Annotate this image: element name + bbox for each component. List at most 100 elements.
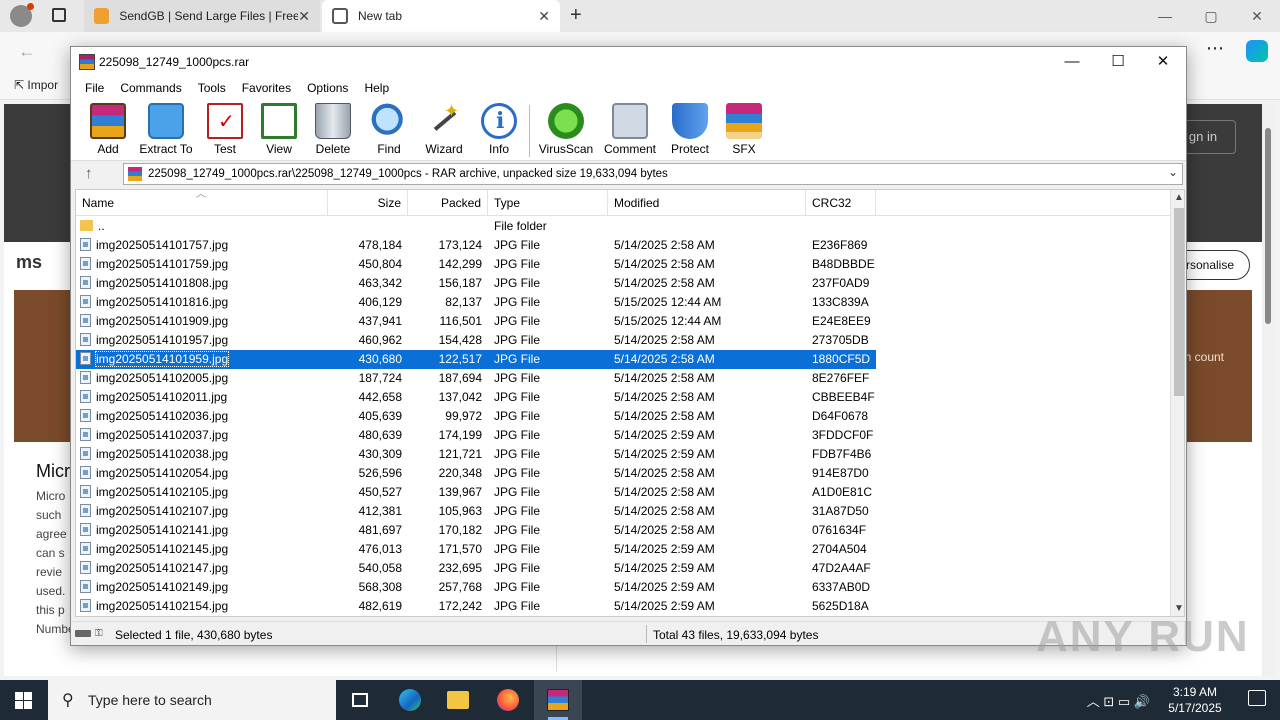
- taskbar-task-view[interactable]: [336, 680, 384, 720]
- file-row[interactable]: img20250514102036.jpg 405,639 99,972 JPG Fi…: [76, 407, 1170, 426]
- file-packed-cell: 187,694: [438, 371, 482, 385]
- file-row[interactable]: img20250514102054.jpg 526,596 220,348 JPG F…: [76, 464, 1170, 483]
- file-name: img20250514101808.jpg: [96, 276, 229, 290]
- file-row[interactable]: img20250514101957.jpg 460,962 154,428 JPG F…: [76, 331, 1170, 350]
- browser-minimize-button[interactable]: —: [1142, 0, 1188, 32]
- file-row[interactable]: img20250514102105.jpg 450,527 139,967 JPG F…: [76, 483, 1170, 502]
- file-list-scrollbar[interactable]: ▲ ▼: [1170, 190, 1184, 616]
- taskbar-file-explorer[interactable]: [434, 680, 482, 720]
- toolbar-delete-button[interactable]: Delete: [311, 103, 355, 156]
- taskbar-search-box[interactable]: ⚲ Type here to search: [48, 680, 336, 720]
- toolbar-protect-button[interactable]: Protect: [667, 103, 713, 156]
- menu-favorites[interactable]: Favorites: [234, 81, 299, 95]
- file-size-cell: 540,058: [358, 561, 402, 575]
- taskbar-firefox[interactable]: [484, 680, 532, 720]
- column-header-name[interactable]: Name ︿: [76, 190, 328, 216]
- taskbar-edge[interactable]: [386, 680, 434, 720]
- browser-close-button[interactable]: ✕: [1234, 0, 1280, 32]
- file-row[interactable]: img20250514102147.jpg 540,058 232,695 JPG F…: [76, 559, 1170, 578]
- tab-close-icon[interactable]: ✕: [538, 8, 550, 25]
- file-type-cell: JPG File: [494, 466, 541, 480]
- toolbar-sfx-button[interactable]: SFX: [723, 103, 765, 156]
- winrar-maximize-button[interactable]: ☐: [1095, 47, 1141, 77]
- taskbar-clock[interactable]: 3:19 AM 5/17/2025: [1160, 684, 1230, 716]
- file-packed-cell: 170,182: [438, 523, 482, 537]
- tray-icons[interactable]: ︿ ⊡ ▭ 🔊: [1087, 691, 1150, 710]
- file-row[interactable]: img20250514102107.jpg 412,381 105,963 JPG F…: [76, 502, 1170, 521]
- profile-avatar[interactable]: [10, 3, 34, 27]
- file-row[interactable]: img20250514102038.jpg 430,309 121,721 JPG F…: [76, 445, 1170, 464]
- toolbar-add-button[interactable]: Add: [85, 103, 131, 156]
- chevron-down-icon[interactable]: ⌄: [1168, 165, 1178, 179]
- page-scrollbar-thumb[interactable]: [1265, 128, 1271, 324]
- file-name-cell: img20250514101759.jpg: [80, 255, 326, 274]
- image-file-icon: [80, 371, 91, 384]
- file-row[interactable]: img20250514102037.jpg 480,639 174,199 JPG F…: [76, 426, 1170, 445]
- file-type-cell: JPG File: [494, 428, 541, 442]
- taskbar-winrar[interactable]: [534, 680, 582, 720]
- winrar-close-button[interactable]: ✕: [1140, 47, 1186, 77]
- file-row[interactable]: img20250514102149.jpg 568,308 257,768 JPG F…: [76, 578, 1170, 597]
- page-scrollbar[interactable]: [1262, 104, 1274, 676]
- toolbar-view-button[interactable]: View: [257, 103, 301, 156]
- tab-sendgb[interactable]: SendGB | Send Large Files | Free f ✕: [84, 0, 320, 32]
- toolbar-wizard-button[interactable]: Wizard: [421, 101, 467, 156]
- edge-icon: [399, 689, 421, 711]
- image-file-icon: [80, 352, 91, 365]
- menu-help[interactable]: Help: [356, 81, 397, 95]
- toolbar-virusscan-button[interactable]: VirusScan: [537, 103, 595, 156]
- up-folder-arrow-icon[interactable]: ↑: [85, 165, 93, 182]
- file-row[interactable]: img20250514101909.jpg 437,941 116,501 JPG F…: [76, 312, 1170, 331]
- image-file-icon: [80, 314, 91, 327]
- toolbar-test-button[interactable]: Test: [203, 103, 247, 156]
- start-button[interactable]: [0, 680, 48, 720]
- status-total-text: Total 43 files, 19,633,094 bytes: [653, 628, 819, 642]
- browser-menu-button[interactable]: ⋯: [1206, 38, 1224, 59]
- archive-path-dropdown[interactable]: 225098_12749_1000pcs.rar\225098_12749_10…: [123, 163, 1183, 185]
- favorites-import-item[interactable]: ⇱ Impor: [14, 78, 58, 92]
- file-row[interactable]: img20250514101816.jpg 406,129 82,137 JPG Fi…: [76, 293, 1170, 312]
- file-packed-cell: 121,721: [438, 447, 482, 461]
- tab-close-icon[interactable]: ✕: [298, 8, 310, 25]
- new-tab-button[interactable]: +: [570, 4, 582, 27]
- notification-center-icon[interactable]: [1248, 690, 1266, 706]
- tab-title: SendGB | Send Large Files | Free f: [119, 9, 299, 23]
- column-header-modified[interactable]: Modified: [608, 190, 806, 216]
- file-name-cell: img20250514102038.jpg: [80, 445, 326, 464]
- scroll-up-arrow-icon[interactable]: ▲: [1174, 192, 1184, 203]
- file-row[interactable]: img20250514102145.jpg 476,013 171,570 JPG F…: [76, 540, 1170, 559]
- file-row[interactable]: img20250514101959.jpg 430,680 122,517 JPG F…: [76, 350, 1170, 369]
- file-row[interactable]: img20250514102154.jpg 482,619 172,242 JPG F…: [76, 597, 1170, 616]
- toolbar-comment-button[interactable]: Comment: [601, 103, 659, 156]
- file-row[interactable]: img20250514102141.jpg 481,697 170,182 JPG F…: [76, 521, 1170, 540]
- toolbar-info-button[interactable]: Info: [477, 103, 521, 156]
- file-list-scrollbar-thumb[interactable]: [1174, 208, 1184, 396]
- tab-actions-icon[interactable]: [52, 8, 66, 22]
- file-row[interactable]: img20250514102005.jpg 187,724 187,694 JPG F…: [76, 369, 1170, 388]
- file-modified-cell: 5/14/2025 2:59 AM: [614, 542, 715, 556]
- toolbar-find-button[interactable]: Find: [367, 103, 411, 156]
- file-row[interactable]: img20250514101757.jpg 478,184 173,124 JPG F…: [76, 236, 1170, 255]
- column-header-crc32[interactable]: CRC32: [806, 190, 876, 216]
- menu-tools[interactable]: Tools: [190, 81, 234, 95]
- file-row[interactable]: img20250514101808.jpg 463,342 156,187 JPG F…: [76, 274, 1170, 293]
- parent-folder-row[interactable]: .. File folder: [76, 217, 1170, 236]
- file-row[interactable]: img20250514101759.jpg 450,804 142,299 JPG F…: [76, 255, 1170, 274]
- column-header-size[interactable]: Size: [328, 190, 408, 216]
- menu-options[interactable]: Options: [299, 81, 356, 95]
- column-header-packed[interactable]: Packed: [408, 190, 488, 216]
- column-header-type[interactable]: Type: [488, 190, 608, 216]
- back-arrow-icon[interactable]: ←: [18, 41, 36, 62]
- file-modified-cell: 5/14/2025 2:59 AM: [614, 561, 715, 575]
- tab-new-tab[interactable]: New tab ✕: [322, 0, 560, 32]
- menu-commands[interactable]: Commands: [112, 81, 189, 95]
- copilot-icon[interactable]: [1246, 40, 1268, 62]
- task-view-icon: [352, 693, 368, 707]
- browser-maximize-button[interactable]: ▢: [1188, 0, 1234, 32]
- winrar-minimize-button[interactable]: —: [1049, 47, 1095, 77]
- toolbar-extract-to-button[interactable]: Extract To: [137, 103, 195, 156]
- file-row[interactable]: img20250514102011.jpg 442,658 137,042 JPG F…: [76, 388, 1170, 407]
- file-size-cell: 412,381: [358, 504, 402, 518]
- menu-file[interactable]: File: [77, 81, 112, 95]
- file-size-cell: 568,308: [358, 580, 402, 594]
